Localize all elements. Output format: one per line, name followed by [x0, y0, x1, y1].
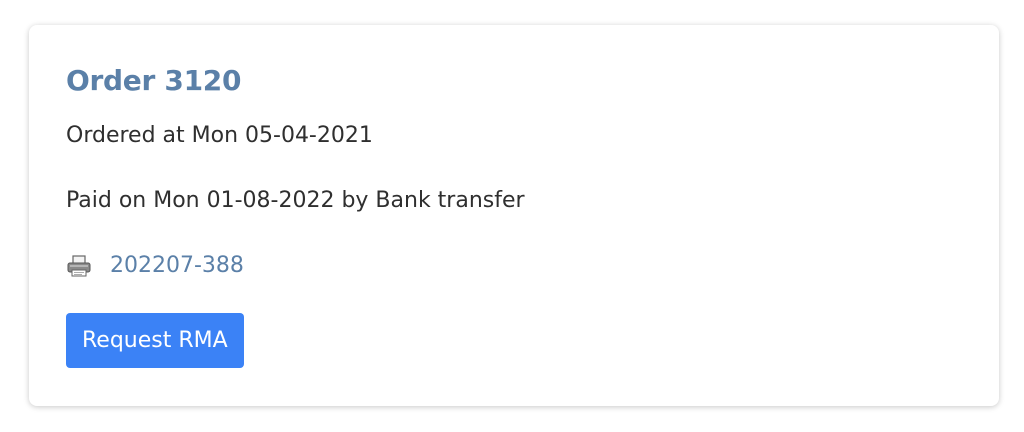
- order-card: Order 3120 Ordered at Mon 05-04-2021 Pai…: [29, 25, 999, 406]
- ordered-date: Ordered at Mon 05-04-2021: [66, 123, 373, 148]
- invoice-link[interactable]: 202207-388: [110, 251, 244, 281]
- payment-info: Paid on Mon 01-08-2022 by Bank transfer: [66, 188, 525, 213]
- request-rma-button[interactable]: Request RMA: [66, 313, 244, 368]
- printer-icon[interactable]: [66, 254, 92, 278]
- invoice-row: 202207-388: [66, 251, 244, 281]
- order-title: Order 3120: [66, 64, 242, 97]
